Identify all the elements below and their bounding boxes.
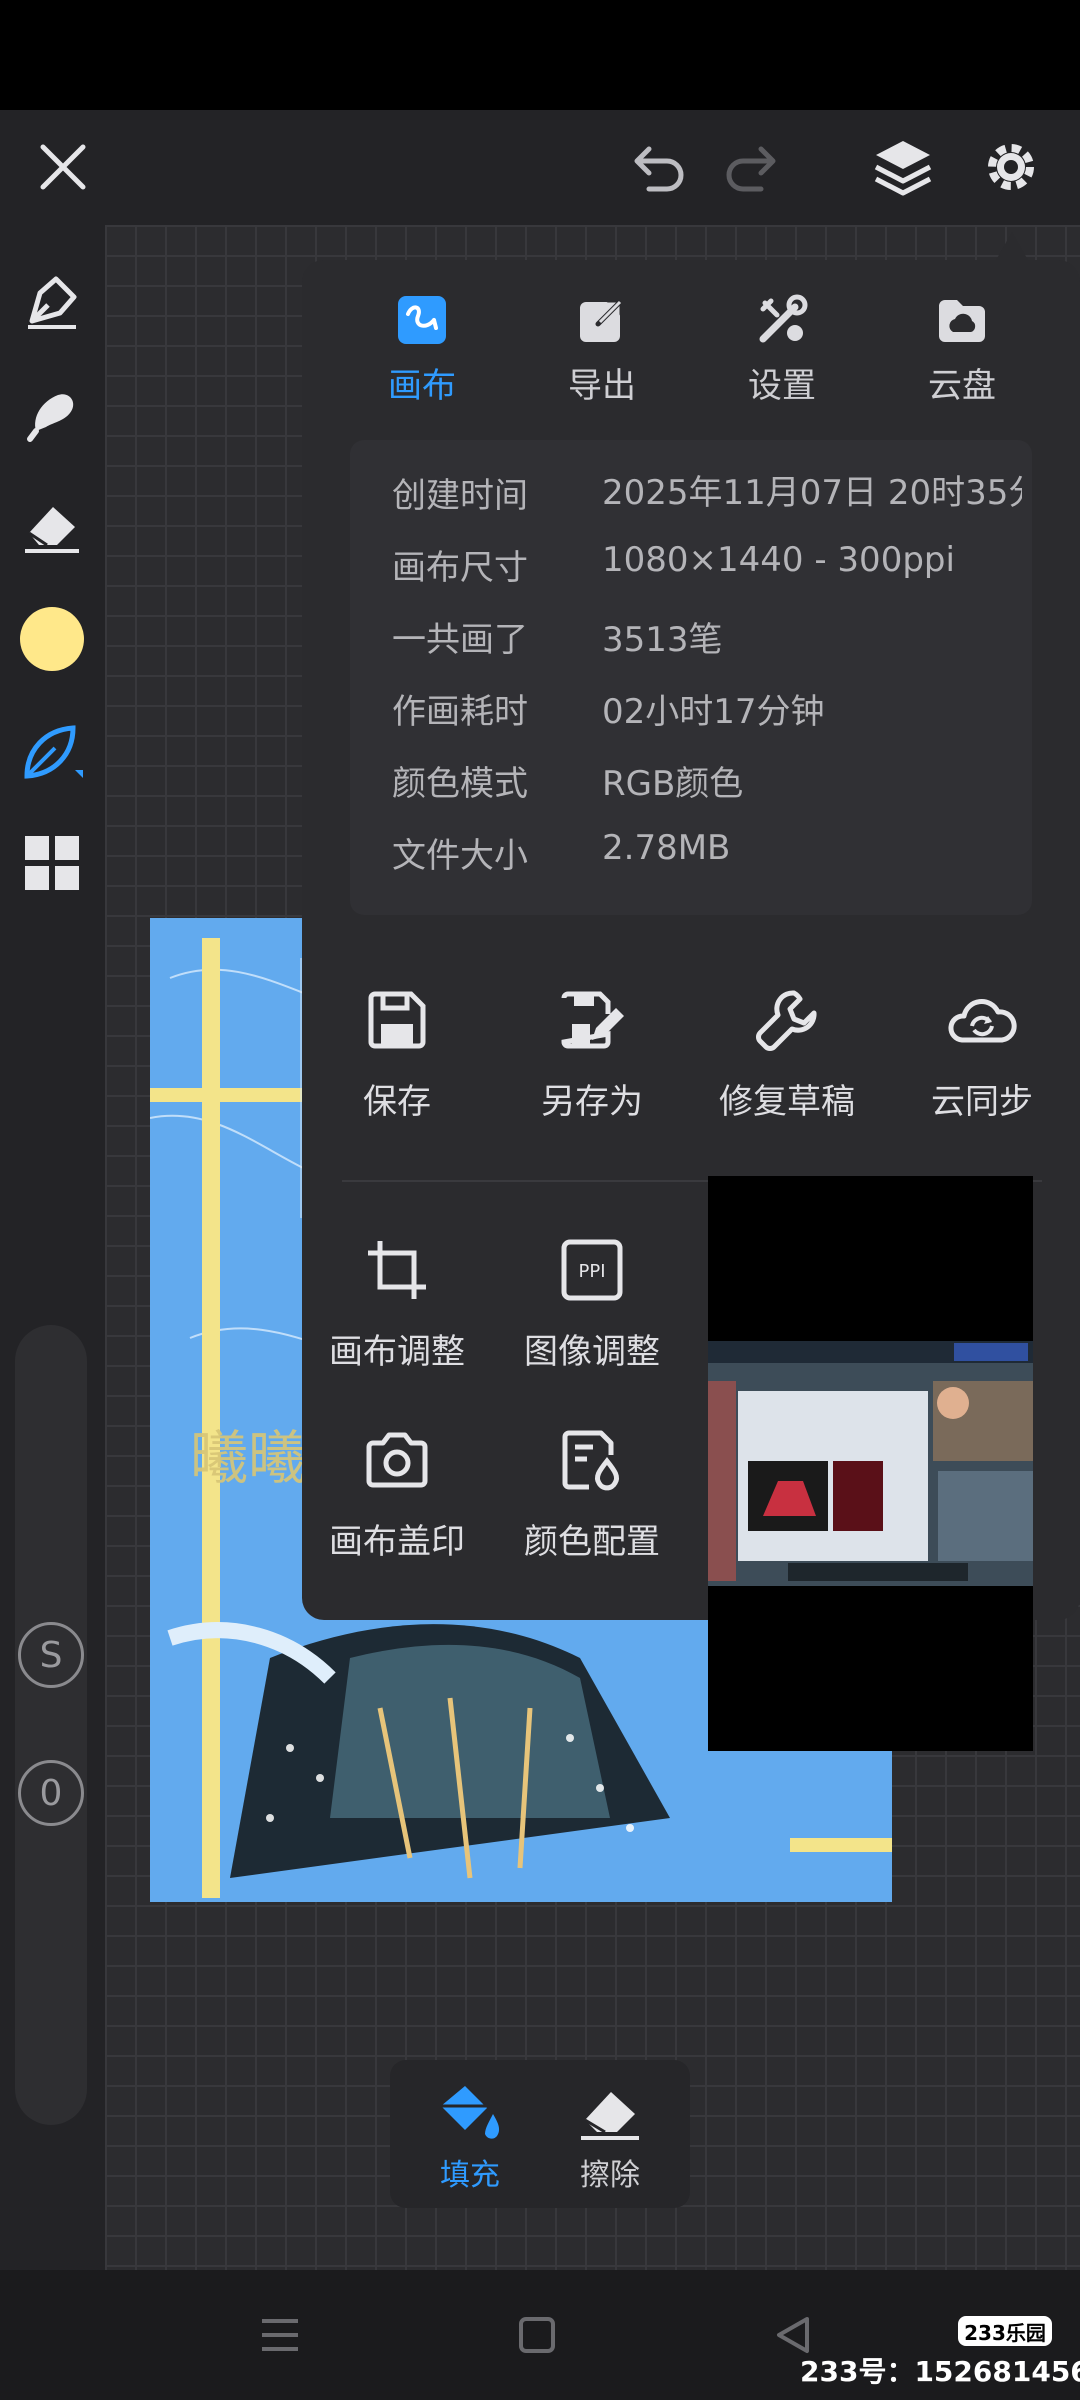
layers-button[interactable] [868,132,938,202]
color-config-icon [562,1430,620,1491]
watermark-text: 233号：152681456 [800,2355,1080,2388]
canvas-stamp-button[interactable]: 画布盖印 [302,1420,492,1563]
color-config-button[interactable]: 颜色配置 [497,1420,687,1563]
undo-icon [634,146,684,192]
save-icon [368,991,426,1049]
menu-icon [262,2319,298,2351]
opacity-toggle-button[interactable]: 0 [18,1760,84,1826]
erase-button[interactable]: 擦除 [540,2080,680,2194]
video-thumbnail [708,1341,1033,1586]
crop-icon [368,1241,426,1299]
tab-settings[interactable]: 设置 [692,290,872,407]
brush-tool-button[interactable] [14,715,90,791]
cloud-sync-icon [948,999,1017,1043]
cloud-sync-button[interactable]: 云同步 [887,980,1077,1123]
wrench-icon [756,990,817,1051]
current-color-swatch [20,607,84,671]
color-picker-button[interactable] [14,601,90,677]
settings-tools-icon [759,294,808,343]
pen-icon [28,276,77,329]
close-button[interactable] [28,132,98,202]
floating-video-overlay[interactable] [708,1176,1033,1751]
canvas-icon [398,296,446,344]
watermark-logo: 233乐园 [958,2316,1052,2346]
back-triangle-icon [777,2317,809,2353]
gallery-tool-button[interactable] [14,825,90,901]
status-bar [0,0,1080,110]
svg-text:PPI: PPI [578,1261,605,1282]
leaf-brush-icon [24,725,83,779]
ppi-icon: PPI [561,1239,623,1301]
gear-icon [988,144,1034,190]
home-square-icon [519,2317,555,2353]
grid-apps-icon [25,836,79,890]
video-frame-image [708,1341,1033,1586]
save-as-icon [561,991,624,1049]
save-button[interactable]: 保存 [302,980,492,1123]
image-adjust-button[interactable]: PPI 图像调整 [497,1230,687,1373]
canvas-adjust-button[interactable]: 画布调整 [302,1230,492,1373]
cloud-drive-icon [939,300,985,342]
undo-button[interactable] [622,132,692,202]
svg-text:曦曦: 曦曦 [190,1426,306,1491]
nav-home-button[interactable] [502,2300,572,2370]
pen-tool-button[interactable] [14,263,90,339]
export-icon [580,297,625,342]
nav-menu-button[interactable] [245,2300,315,2370]
close-icon [40,144,86,190]
camera-icon [366,1432,428,1488]
save-as-button[interactable]: 另存为 [497,980,687,1123]
tab-export[interactable]: 导出 [512,290,692,407]
repair-draft-button[interactable]: 修复草稿 [692,980,882,1123]
eraser-icon [581,2092,639,2140]
redo-button[interactable] [718,132,788,202]
layers-icon [874,141,932,196]
size-toggle-button[interactable]: S [18,1622,84,1688]
smudge-icon [27,394,74,442]
smudge-tool-button[interactable] [14,375,90,451]
top-bar [0,110,1080,225]
eraser-tool-button[interactable] [14,487,90,563]
fill-erase-popup: 填充 擦除 [390,2060,690,2208]
fill-button[interactable]: 填充 [400,2080,540,2194]
fill-bucket-icon [441,2086,500,2139]
brush-size-slider[interactable] [15,1325,87,2125]
tab-canvas[interactable]: 画布 [332,290,512,407]
tab-cloud-drive[interactable]: 云盘 [872,290,1052,407]
eraser-icon [25,507,79,553]
panel-pointer [996,232,1028,260]
redo-icon [726,146,776,192]
settings-button[interactable] [976,132,1046,202]
